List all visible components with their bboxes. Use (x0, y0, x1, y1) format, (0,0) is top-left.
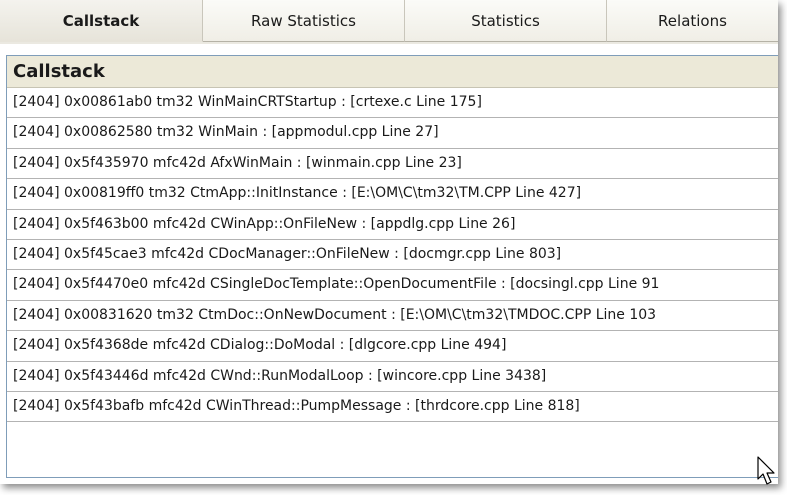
callstack-row[interactable]: [2404] 0x5f43bafb mfc42d CWinThread::Pum… (7, 392, 778, 423)
panel-header: Callstack (7, 56, 778, 88)
callstack-row[interactable]: [2404] 0x5f45cae3 mfc42d CDocManager::On… (7, 240, 778, 271)
callstack-panel: Callstack [2404] 0x00861ab0 tm32 WinMain… (6, 55, 778, 478)
callstack-row[interactable]: [2404] 0x5f4368de mfc42d CDialog::DoModa… (7, 331, 778, 362)
callstack-row[interactable]: [2404] 0x5f435970 mfc42d AfxWinMain : [w… (7, 149, 778, 180)
tab-callstack[interactable]: Callstack (0, 0, 203, 42)
callstack-row[interactable]: [2404] 0x5f4470e0 mfc42d CSingleDocTempl… (7, 270, 778, 301)
mouse-pointer-icon (757, 456, 775, 485)
callstack-row[interactable]: [2404] 0x00861ab0 tm32 WinMainCRTStartup… (7, 88, 778, 119)
callstack-row[interactable]: [2404] 0x00862580 tm32 WinMain : [appmod… (7, 118, 778, 149)
callstack-window: Callstack Raw Statistics Statistics Rela… (0, 0, 778, 484)
tab-relations[interactable]: Relations (607, 0, 778, 42)
callstack-row[interactable]: [2404] 0x00831620 tm32 CtmDoc::OnNewDocu… (7, 301, 778, 332)
tab-statistics[interactable]: Statistics (405, 0, 607, 42)
callstack-row[interactable]: [2404] 0x5f463b00 mfc42d CWinApp::OnFile… (7, 210, 778, 240)
tab-bar: Callstack Raw Statistics Statistics Rela… (0, 0, 778, 44)
callstack-row[interactable]: [2404] 0x00819ff0 tm32 CtmApp::InitInsta… (7, 179, 778, 210)
tab-raw-statistics[interactable]: Raw Statistics (203, 0, 405, 42)
callstack-row[interactable]: [2404] 0x5f43446d mfc42d CWnd::RunModalL… (7, 362, 778, 392)
